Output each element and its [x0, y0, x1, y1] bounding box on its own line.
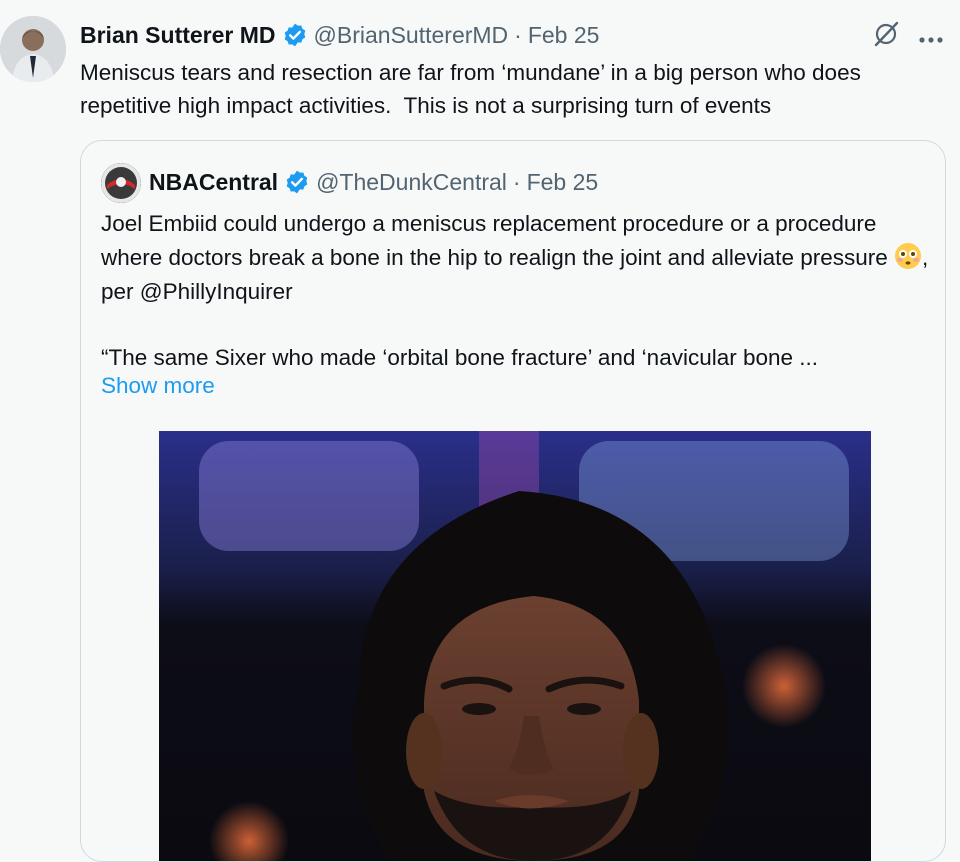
quoted-text-part1: Joel Embiid could undergo a meniscus rep… [101, 211, 894, 270]
tweet[interactable]: Brian Sutterer MD @BrianSuttererMD · Feb… [0, 0, 960, 862]
quoted-tweet-date[interactable]: Feb 25 [527, 169, 599, 196]
author-handle[interactable]: @BrianSuttererMD [314, 22, 509, 49]
tweet-header: Brian Sutterer MD @BrianSuttererMD · Feb… [80, 18, 599, 52]
tweet-text: Meniscus tears and resection are far fro… [80, 60, 868, 118]
mention-link[interactable]: @PhillyInquirer [140, 279, 293, 304]
grok-icon[interactable] [872, 20, 900, 53]
quoted-author-handle[interactable]: @TheDunkCentral [316, 169, 507, 196]
author-name[interactable]: Brian Sutterer MD [80, 22, 276, 49]
verified-badge-icon [284, 169, 310, 195]
verified-badge-icon [282, 22, 308, 48]
separator-dot: · [514, 21, 522, 48]
quoted-tweet-image[interactable] [159, 431, 871, 861]
quoted-tweet[interactable]: NBACentral @TheDunkCentral · Feb 25 Joel… [80, 140, 946, 862]
flushed-face-icon [894, 242, 922, 270]
quoted-paragraph-1: Joel Embiid could undergo a meniscus rep… [101, 207, 931, 309]
quoted-author-name[interactable]: NBACentral [149, 169, 278, 196]
tweet-date[interactable]: Feb 25 [528, 22, 600, 49]
tweet-top-actions [872, 20, 944, 53]
author-avatar[interactable] [0, 16, 66, 82]
quoted-paragraph-2: “The same Sixer who made ‘orbital bone f… [101, 345, 819, 370]
quoted-tweet-text: Joel Embiid could undergo a meniscus rep… [101, 207, 931, 375]
show-more-link[interactable]: Show more [101, 373, 215, 399]
separator-dot: · [512, 168, 521, 195]
quoted-author-avatar[interactable] [101, 163, 141, 203]
more-icon[interactable] [918, 25, 944, 49]
quoted-tweet-header: NBACentral @TheDunkCentral · Feb 25 [149, 165, 598, 199]
